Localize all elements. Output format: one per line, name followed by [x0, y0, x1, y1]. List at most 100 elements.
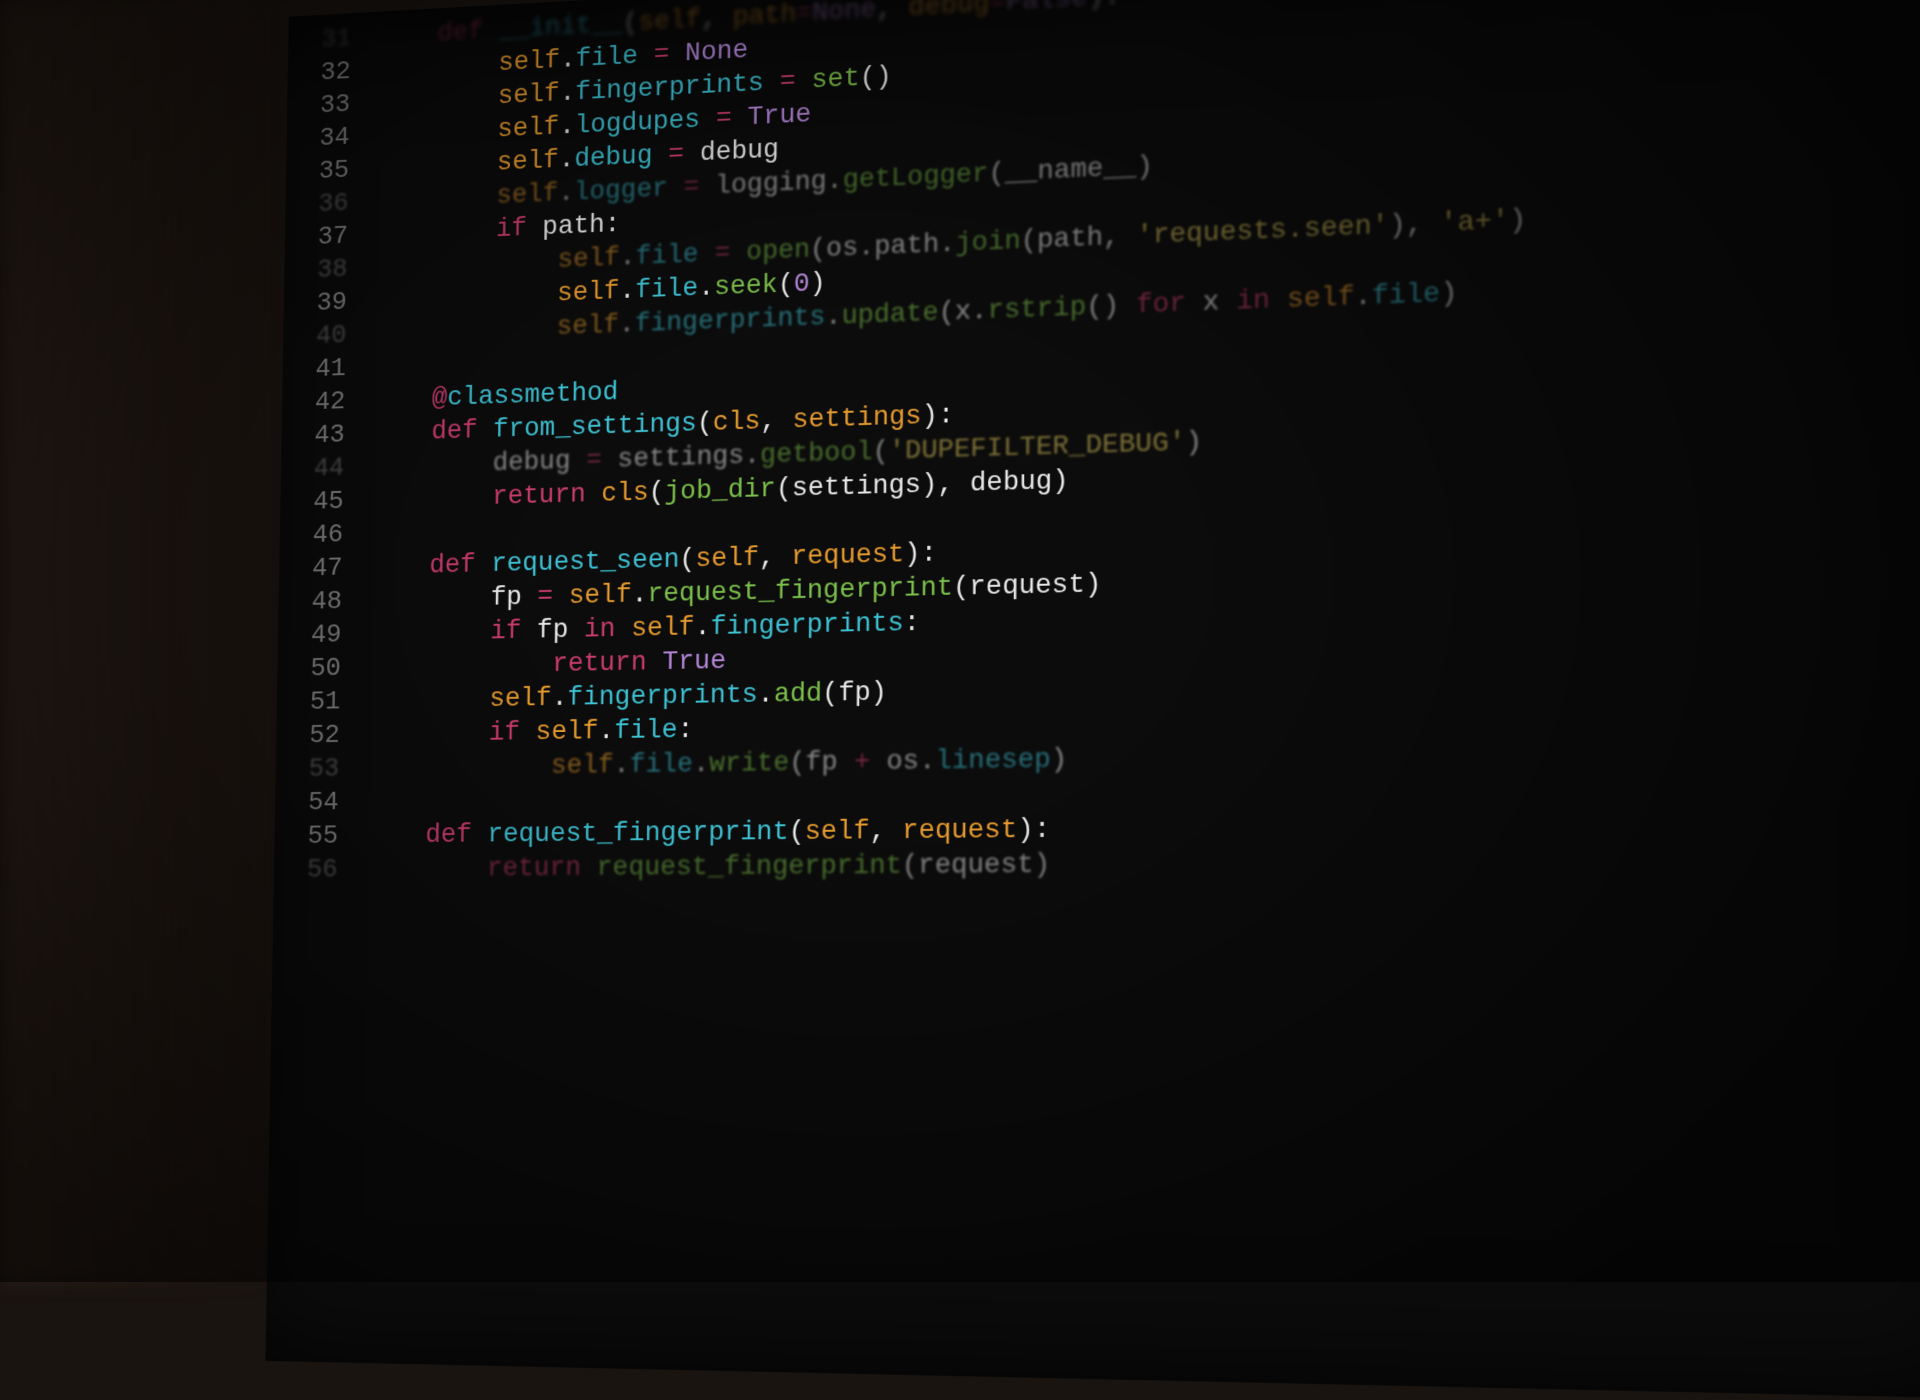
line-number: 37: [285, 218, 374, 255]
token-param: path: [733, 0, 797, 32]
token-pn: .: [826, 302, 842, 333]
token-pn: [638, 41, 654, 71]
token-fn: file: [1372, 279, 1441, 313]
token-pn: ):: [922, 400, 955, 431]
token-pn: .: [560, 45, 576, 75]
line-number: 39: [284, 285, 373, 322]
token-pn: path:: [543, 209, 621, 242]
token-pn: .: [620, 276, 636, 306]
line-number: 44: [281, 451, 370, 487]
token-fn: file: [576, 41, 639, 74]
token-fn2: getbool: [760, 437, 873, 471]
token-pn: [684, 139, 700, 170]
line-number: 36: [286, 185, 375, 222]
token-fn: logger: [574, 174, 668, 208]
token-pn: debug: [700, 135, 780, 169]
token-self: self: [551, 750, 614, 781]
token-pn: (: [989, 158, 1006, 189]
token-pn: (: [697, 408, 713, 439]
token-self: self: [557, 276, 620, 308]
token-self: self: [497, 112, 559, 144]
token-str: 'DUPEFILTER_DEBUG': [889, 427, 1186, 466]
token-pn: (: [789, 817, 805, 848]
token-self: self: [498, 79, 560, 112]
token-kw: for: [1136, 288, 1186, 321]
line-number: 49: [278, 617, 367, 652]
line-number: 43: [282, 417, 371, 453]
line-number: 51: [277, 684, 367, 719]
token-self: self: [558, 243, 621, 275]
token-pn: (): [860, 62, 892, 94]
token-pn: settings.: [602, 440, 761, 475]
token-pn: .: [693, 749, 709, 780]
token-self: self: [805, 816, 870, 847]
token-op: =: [780, 67, 796, 98]
line-number: 33: [287, 86, 376, 123]
token-pn: [764, 67, 780, 98]
token-param: request: [902, 815, 1017, 847]
token-param: debug: [909, 0, 990, 23]
token-pn: ),: [1389, 208, 1440, 241]
token-pn: ,: [701, 3, 733, 34]
token-pn: .: [559, 178, 575, 208]
token-pn: (fp): [822, 677, 887, 709]
code-editor[interactable]: 31 def __init__(self, path=None, debug=F…: [274, 0, 1528, 887]
token-kw: in: [584, 614, 632, 645]
token-fn: file: [630, 749, 694, 780]
token-fn: from_settings: [493, 409, 697, 445]
token-fn: request_fingerprint: [488, 817, 790, 850]
token-dec: classmethod: [447, 377, 618, 412]
token-fn2: open: [746, 235, 810, 268]
token-pn: (: [649, 477, 665, 507]
token-pn: .: [560, 78, 576, 108]
token-param: settings: [793, 401, 922, 435]
token-pn: (: [873, 437, 889, 468]
token-pn: :: [904, 608, 921, 639]
line-number: 55: [275, 819, 365, 853]
line-number: 46: [280, 517, 369, 553]
line-number: 47: [279, 551, 368, 586]
line-number: 38: [284, 251, 373, 288]
token-pn: ):: [1088, 0, 1121, 13]
token-pn: [653, 140, 669, 170]
token-self: cls: [602, 478, 650, 509]
token-pn: (fp: [789, 747, 854, 778]
line-number: 32: [288, 54, 377, 91]
token-pn: ,: [876, 0, 908, 25]
code-content: return True: [366, 644, 726, 684]
code-content: [371, 351, 372, 384]
token-fn2: rstrip: [988, 292, 1087, 326]
token-self: self: [489, 683, 552, 714]
token-fn: fingerprints: [711, 608, 905, 642]
token-pn: ):: [905, 538, 938, 569]
token-fn: fingerprints: [568, 680, 759, 713]
token-pn: (: [623, 8, 639, 38]
token-pn: ,: [870, 816, 903, 847]
token-pn: [731, 238, 747, 269]
code-content: if self.file:: [365, 713, 694, 752]
token-pn: [553, 581, 569, 611]
line-number: 42: [282, 384, 371, 420]
token-pn: .: [614, 750, 630, 780]
token-num: 0: [794, 269, 810, 300]
token-pn: ):: [1018, 814, 1051, 845]
token-pn: .: [559, 145, 575, 175]
token-self: self: [497, 145, 559, 177]
token-self: self: [557, 310, 620, 342]
line-number: 34: [287, 119, 376, 156]
token-self: self: [497, 179, 559, 211]
token-pn: (settings),: [776, 468, 971, 504]
token-op: =: [796, 0, 812, 29]
token-pn: (: [680, 544, 696, 575]
token-self: self: [536, 716, 599, 747]
token-op: =: [654, 40, 670, 70]
token-kw: if: [489, 717, 536, 748]
token-pn: ): [1509, 205, 1526, 237]
token-fn: file: [635, 273, 698, 305]
token-fn: request_seen: [491, 545, 680, 580]
token-kw: return: [492, 479, 602, 512]
token-fn: __init__: [499, 9, 623, 45]
token-pn: (os.path.: [810, 229, 956, 265]
token-fn2: join: [956, 226, 1022, 259]
token-op: =: [715, 238, 731, 269]
